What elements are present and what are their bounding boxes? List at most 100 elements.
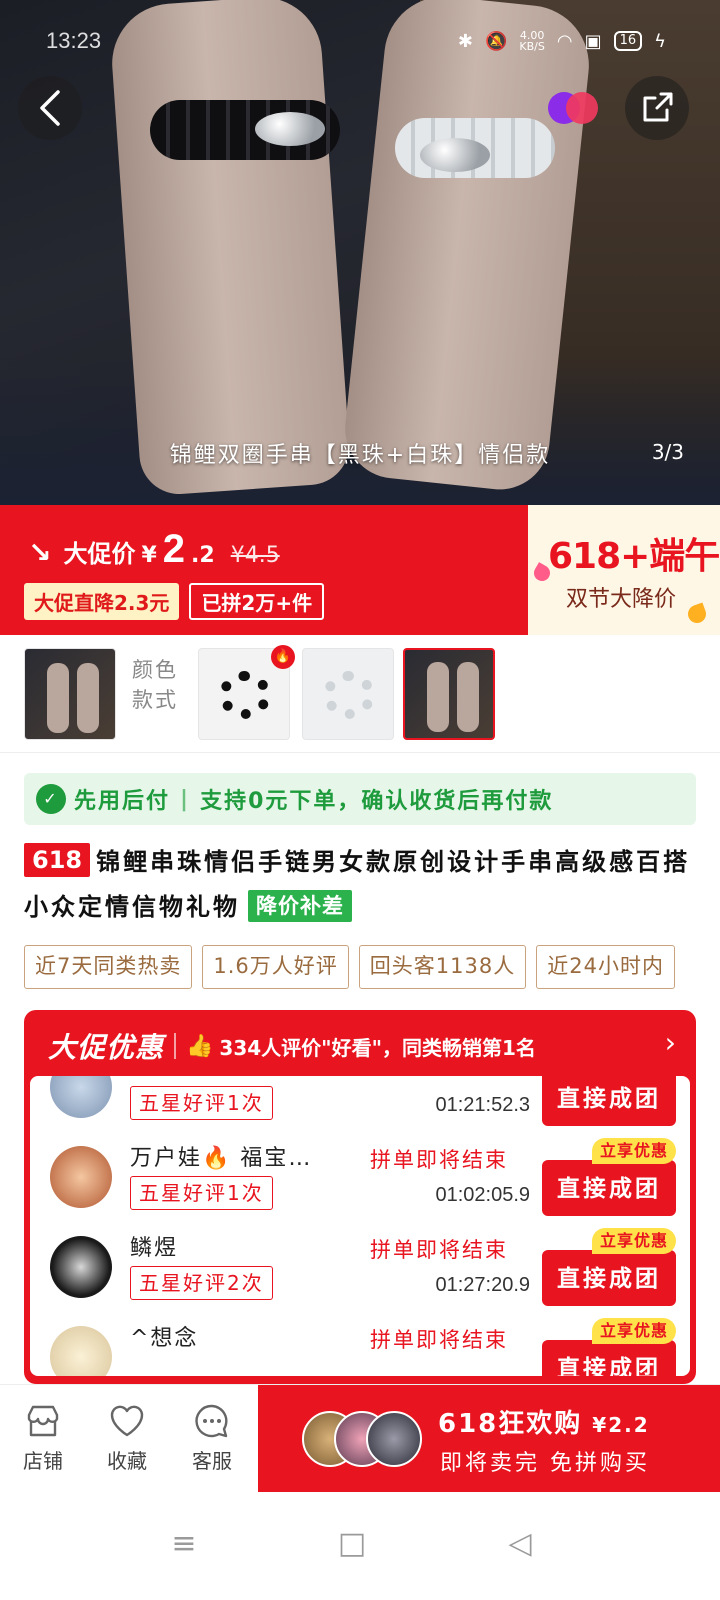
group-row: ^想念 拼单即将结束 直接成团 立享优惠 (30, 1316, 690, 1376)
promo-price-label: 大促价 (63, 540, 136, 568)
pay-later-banner[interactable]: ✓ 先用后付 | 支持0元下单，确认收货后再付款 (24, 773, 696, 825)
price-chips: 大促直降2.3元 已拼2万+件 (24, 583, 325, 620)
variant-option-white[interactable] (302, 648, 394, 740)
buy-price: ¥2.2 (592, 1413, 650, 1437)
buy-title: 618狂欢购 ¥2.2 (438, 1403, 650, 1440)
price-section: ↘ 大促价 ¥ 2.2 ¥4.5 大促直降2.3元 已拼2万+件 (0, 505, 528, 635)
charging-icon: ϟ (654, 30, 666, 52)
price-protect-tag: 降价补差 (248, 890, 352, 922)
service-label: 客服 (192, 1449, 232, 1473)
variant-main-thumbnail[interactable] (24, 648, 116, 740)
image-caption: 锦鲤双圈手串【黑珠+白珠】情侣款 (169, 443, 551, 468)
hot-fire-icon: 🔥 (271, 645, 295, 669)
brand-logo-icon[interactable] (548, 92, 600, 124)
product-title-text: 锦鲤串珠情侣手链男女款原创设计手串高级感百搭小众定情信物礼物 (24, 848, 691, 921)
bluetooth-icon: ✱ (457, 30, 473, 52)
back-triangle-icon[interactable]: ◁ (490, 1516, 550, 1572)
product-title: 618 锦鲤串珠情侣手链男女款原创设计手串高级感百搭小众定情信物礼物 降价补差 (24, 840, 700, 930)
check-shield-icon: ✓ (36, 784, 66, 814)
instant-discount-pill: 立享优惠 (591, 1318, 676, 1344)
variant-option-couple[interactable] (403, 648, 495, 740)
cast-icon: ▣ (584, 30, 602, 52)
home-icon[interactable]: □ (322, 1516, 382, 1572)
price-row: ↘ 大促价 ¥ 2.2 ¥4.5 (28, 527, 280, 572)
countdown-timer: 01:21:52.3 (435, 1094, 530, 1116)
festival-banner: 618+端午 双节大降价 (528, 505, 720, 635)
status-icons: ✱ 🔕 4.00 KB/S ◠ ▣ 16 ϟ (458, 30, 666, 52)
avatar (50, 1326, 112, 1376)
buyer-avatars (302, 1411, 422, 1467)
favorite-label: 收藏 (107, 1449, 147, 1473)
promo-divider (174, 1033, 177, 1059)
image-counter: 3/3 (651, 440, 684, 464)
white-ring-image (323, 671, 375, 719)
group-user-name: 鳞煜 (130, 1236, 179, 1261)
product-image-carousel[interactable]: 13:23 ✱ 🔕 4.00 KB/S ◠ ▣ 16 ϟ 锦鲤双圈手串【黑珠+白… (0, 0, 720, 505)
ribbon-icon (685, 602, 709, 626)
system-navigation-bar: ≡ □ ◁ (0, 1492, 720, 1600)
wifi-icon: ◠ (556, 30, 573, 52)
join-group-button[interactable]: 直接成团 (542, 1340, 676, 1376)
highlight-tag[interactable]: 近24小时内 (536, 945, 675, 989)
pay-later-title: 先用后付 (74, 789, 171, 814)
highlight-tag[interactable]: 1.6万人好评 (202, 945, 349, 989)
avatar (50, 1076, 112, 1118)
original-price: ¥4.5 (230, 543, 280, 568)
join-group-button[interactable]: 直接成团 (542, 1250, 676, 1306)
avatar (366, 1411, 422, 1467)
menu-icon[interactable]: ≡ (154, 1516, 214, 1572)
image-koi-charm (255, 112, 325, 146)
thumbs-up-icon: 👍 (186, 1033, 214, 1059)
festival-headline: 618+端午 (548, 536, 720, 577)
battery-icon: 16 (613, 31, 643, 51)
highlight-tag[interactable]: 近7天同类热卖 (24, 945, 193, 989)
promo-card: 大促优惠 👍 334人评价"好看"，同类畅销第1名 › 五星好评1次 01:21… (24, 1010, 696, 1384)
currency-symbol: ¥ (141, 543, 157, 568)
highlight-tags: 近7天同类热卖 1.6万人好评 回头客1138人 近24小时内 (24, 945, 720, 989)
variant-selector: 颜色款式 (0, 635, 720, 753)
group-row: 鳞煜 五星好评2次 拼单即将结束 01:27:20.9 直接成团 立享优惠 (30, 1226, 690, 1316)
instant-discount-pill: 立享优惠 (591, 1138, 676, 1164)
sold-count-chip: 已拼2万+件 (189, 583, 325, 620)
favorite-button[interactable]: 收藏 (92, 1401, 162, 1474)
highlight-tag[interactable]: 回头客1138人 (358, 945, 527, 989)
share-button[interactable] (625, 76, 689, 140)
promo-title: 大促优惠 (48, 1031, 165, 1064)
discount-chip: 大促直降2.3元 (24, 583, 180, 620)
image-koi-charm (420, 138, 490, 172)
buy-title-text: 618狂欢购 (438, 1409, 583, 1439)
join-group-button[interactable]: 直接成团 (542, 1076, 676, 1126)
bottom-action-bar: 店铺 收藏 客服 618狂欢购 ¥2.2 即将卖完 免拼购买 (0, 1384, 720, 1493)
net-speed-unit: KB/S (519, 40, 545, 53)
store-label: 店铺 (23, 1449, 63, 1473)
group-status: 拼单即将结束 (370, 1238, 508, 1262)
back-button[interactable] (18, 76, 82, 140)
buy-subtitle: 即将卖完 免拼购买 (440, 1451, 650, 1476)
store-button[interactable]: 店铺 (8, 1401, 78, 1474)
price-down-icon: ↘ (28, 536, 52, 569)
customer-service-button[interactable]: 客服 (177, 1401, 247, 1474)
chevron-left-icon (40, 90, 60, 126)
variant-label: 颜色款式 (132, 658, 178, 712)
price-banner: ↘ 大促价 ¥ 2.2 ¥4.5 大促直降2.3元 已拼2万+件 618+端午 … (0, 505, 720, 635)
avatar (50, 1146, 112, 1208)
buy-now-button[interactable]: 618狂欢购 ¥2.2 即将卖完 免拼购买 (258, 1385, 720, 1493)
join-group-button[interactable]: 直接成团 (542, 1160, 676, 1216)
pay-later-desc: 支持0元下单，确认收货后再付款 (200, 789, 554, 814)
group-status: 拼单即将结束 (370, 1148, 508, 1172)
heart-icon (110, 1405, 144, 1437)
promo-header[interactable]: 大促优惠 👍 334人评价"好看"，同类畅销第1名 (48, 1026, 536, 1066)
chevron-right-icon[interactable]: › (665, 1026, 676, 1059)
share-icon (643, 92, 673, 122)
countdown-timer: 01:27:20.9 (435, 1274, 530, 1296)
avatar (50, 1236, 112, 1298)
rating-badge: 五星好评1次 (130, 1176, 273, 1210)
chat-icon (195, 1404, 228, 1438)
mute-bell-icon: 🔕 (484, 30, 508, 52)
promo-desc: 334人评价"好看"，同类畅销第1名 (219, 1035, 536, 1060)
festival-subline: 双节大降价 (566, 587, 677, 612)
status-bar: 13:23 ✱ 🔕 4.00 KB/S ◠ ▣ 16 ϟ (0, 0, 720, 84)
group-list[interactable]: 五星好评1次 01:21:52.3 直接成团 万户娃🔥 福宝… 五星好评1次 拼… (30, 1076, 690, 1376)
rating-badge: 五星好评1次 (130, 1086, 273, 1120)
status-time: 13:23 (46, 28, 102, 53)
